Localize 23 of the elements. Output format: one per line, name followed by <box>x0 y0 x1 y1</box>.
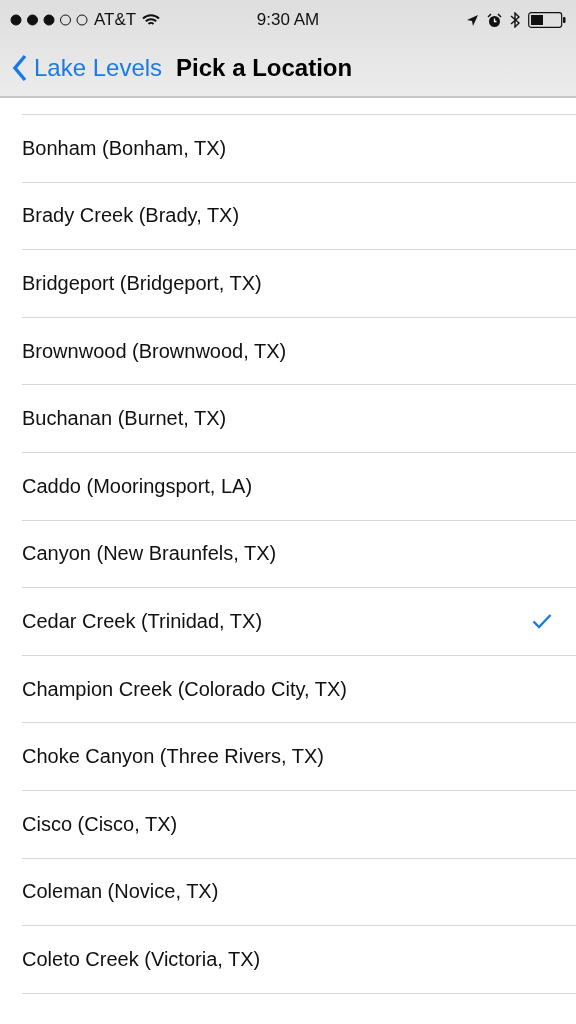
page-title: Pick a Location <box>176 54 353 82</box>
location-item[interactable]: Brady Creek (Brady, TX) <box>22 204 552 228</box>
location-item[interactable]: Caddo (Mooringsport, LA) <box>22 474 552 498</box>
location-item[interactable]: Cisco (Cisco, TX) <box>22 812 552 836</box>
carrier-name: AT&T <box>94 10 137 30</box>
battery-icon <box>528 12 566 28</box>
location-item[interactable]: Canyon (New Braunfels, TX) <box>22 542 552 566</box>
location-arrow-icon <box>466 13 479 27</box>
clock-time: 9:30 AM <box>256 10 320 30</box>
back-chevron-icon <box>12 54 28 82</box>
location-item[interactable]: Buchanan (Burnet, TX) <box>22 407 552 431</box>
location-item[interactable]: Bridgeport (Bridgeport, TX) <box>22 272 552 295</box>
location-item[interactable]: Brownwood (Brownwood, TX) <box>22 339 552 363</box>
location-item[interactable]: Bonham (Bonham, TX) <box>22 136 552 160</box>
signal-icon <box>10 14 88 26</box>
location-item[interactable]: Coleman (Novice, TX) <box>22 880 552 904</box>
location-item[interactable]: Champion Creek (Colorado City, TX) <box>22 677 552 701</box>
location-item[interactable]: Choke Canyon (Three Rivers, TX) <box>22 745 552 769</box>
location-item[interactable]: Coleto Creek (Victoria, TX) <box>22 947 552 971</box>
wifi-icon <box>142 13 161 27</box>
location-item[interactable]: Cedar Creek (Trinidad, TX) <box>22 609 532 633</box>
bluetooth-icon <box>510 12 520 28</box>
alarm-clock-icon <box>487 12 502 28</box>
